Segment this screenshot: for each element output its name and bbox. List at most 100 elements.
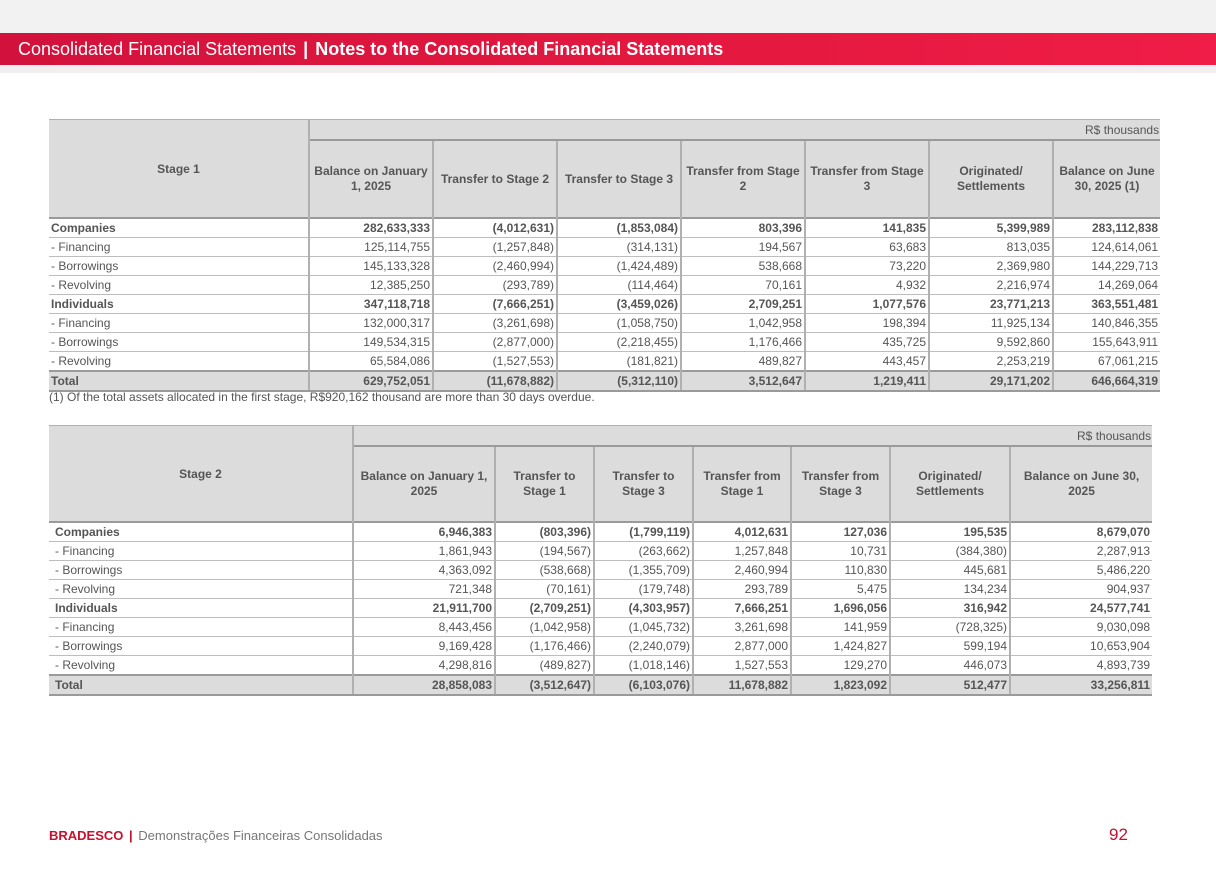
table-cell: 293,789 [692,579,791,599]
row-label: - Revolving [49,351,309,372]
table-cell: (11,678,882) [432,370,557,392]
table-cell: 3,512,647 [680,370,805,392]
row-label: - Borrowings [49,332,309,352]
table-cell: 721,348 [352,579,495,599]
table-cell: 7,666,251 [692,598,791,618]
table-cell: 23,771,213 [928,294,1053,314]
table-cell: (384,380) [889,541,1010,561]
table-cell: (489,827) [494,655,594,676]
row-label: - Financing [49,237,309,257]
column-header: Originated/ Settlements [889,445,1010,522]
table-cell: 33,256,811 [1008,674,1153,696]
table-cell: 1,424,827 [790,636,890,656]
table-row: Companies 6,946,383 (803,396) (1,799,119) 4,… [49,521,1153,542]
table-cell: 1,176,466 [680,332,805,352]
table-cell: (1,355,709) [593,560,693,580]
table-cell: (728,325) [889,617,1010,637]
table-cell: 629,752,051 [308,370,433,392]
table-cell: 127,036 [790,521,890,542]
table-cell: (314,131) [556,237,681,257]
table-cell: 11,925,134 [928,313,1053,333]
footnote: (1) Of the total assets allocated in the… [49,390,595,404]
table-row: Total 28,858,083 (3,512,647) (6,103,076) 11,… [49,674,1153,696]
table-cell: (2,218,455) [556,332,681,352]
table-cell: (1,527,553) [432,351,557,372]
table-cell: 29,171,202 [928,370,1053,392]
row-label: - Revolving [49,275,309,295]
column-header: Balance on June 30, 2025 (1) [1051,139,1161,218]
table-cell: (181,821) [556,351,681,372]
column-header: Transfer to Stage 1 [494,445,594,522]
table-cell: 10,653,904 [1008,636,1153,656]
unit-label: R$ thousands [351,425,1153,446]
row-label: - Revolving [49,579,353,599]
table-cell: (114,464) [556,275,681,295]
table-row: - Revolving 721,348 (70,161) (179,748) 293,7… [49,579,1153,599]
table-cell: 28,858,083 [352,674,495,696]
table-cell: (179,748) [593,579,693,599]
footer: BRADESCO | Demonstrações Financeiras Con… [49,828,383,843]
table-cell: 8,679,070 [1008,521,1153,542]
row-label: - Financing [49,313,309,333]
table-row: - Revolving 65,584,086 (1,527,553) (181,821… [49,351,1161,372]
table-cell: (6,103,076) [593,674,693,696]
table-cell: 2,709,251 [680,294,805,314]
table-cell: 1,257,848 [692,541,791,561]
table-cell: (803,396) [494,521,594,542]
column-header: Transfer to Stage 2 [432,139,557,218]
table-cell: 435,725 [804,332,929,352]
table-cell: 145,133,328 [308,256,433,276]
stage-2-label: Stage 2 [49,425,353,522]
table-cell: 10,731 [790,541,890,561]
table-cell: 443,457 [804,351,929,372]
header-title: Consolidated Financial Statements | Note… [0,33,1216,65]
table-cell: 9,030,098 [1008,617,1153,637]
table-cell: 1,042,958 [680,313,805,333]
row-label: Total [49,370,309,392]
row-label: Individuals [49,294,309,314]
table-cell: 140,846,355 [1051,313,1161,333]
table-cell: 347,118,718 [308,294,433,314]
table-cell: 363,551,481 [1051,294,1161,314]
footer-separator: | [129,828,133,843]
table-cell: 129,270 [790,655,890,676]
header-note-title: Notes to the Consolidated Financial Stat… [315,39,724,59]
table-cell: 283,112,838 [1051,217,1161,238]
table-cell: (3,512,647) [494,674,594,696]
unit-label: R$ thousands [307,119,1161,140]
table-cell: 5,486,220 [1008,560,1153,580]
table-row: Individuals 347,118,718 (7,666,251) (3,459,… [49,294,1161,314]
table-cell: 2,877,000 [692,636,791,656]
table-cell: 5,399,989 [928,217,1053,238]
table-cell: 803,396 [680,217,805,238]
table-cell: 599,194 [889,636,1010,656]
table-cell: 512,477 [889,674,1010,696]
header-section: Consolidated Financial Statements [18,39,297,59]
table-row: - Financing 132,000,317 (3,261,698) (1,058,… [49,313,1161,333]
table-cell: 489,827 [680,351,805,372]
table-cell: (538,668) [494,560,594,580]
table-cell: 110,830 [790,560,890,580]
table-cell: (293,789) [432,275,557,295]
table-cell: 9,169,428 [352,636,495,656]
row-label: - Borrowings [49,256,309,276]
table-cell: 132,000,317 [308,313,433,333]
table-cell: 5,475 [790,579,890,599]
column-header: Transfer to Stage 3 [593,445,693,522]
table-cell: 144,229,713 [1051,256,1161,276]
table-cell: 73,220 [804,256,929,276]
column-header: Transfer from Stage 3 [790,445,890,522]
table-cell: (2,877,000) [432,332,557,352]
table-cell: (2,240,079) [593,636,693,656]
table-cell: (1,058,750) [556,313,681,333]
table-cell: 4,893,739 [1008,655,1153,676]
stage-2-table: Stage 2 R$ thousands Balance on January … [49,425,1153,696]
row-label: Individuals [49,598,353,618]
row-label: Total [49,674,353,696]
table-cell: (1,853,084) [556,217,681,238]
table-cell: 155,643,911 [1051,332,1161,352]
table-cell: (263,662) [593,541,693,561]
column-header: Transfer from Stage 2 [680,139,805,218]
table-cell: (3,261,698) [432,313,557,333]
table-cell: 149,534,315 [308,332,433,352]
